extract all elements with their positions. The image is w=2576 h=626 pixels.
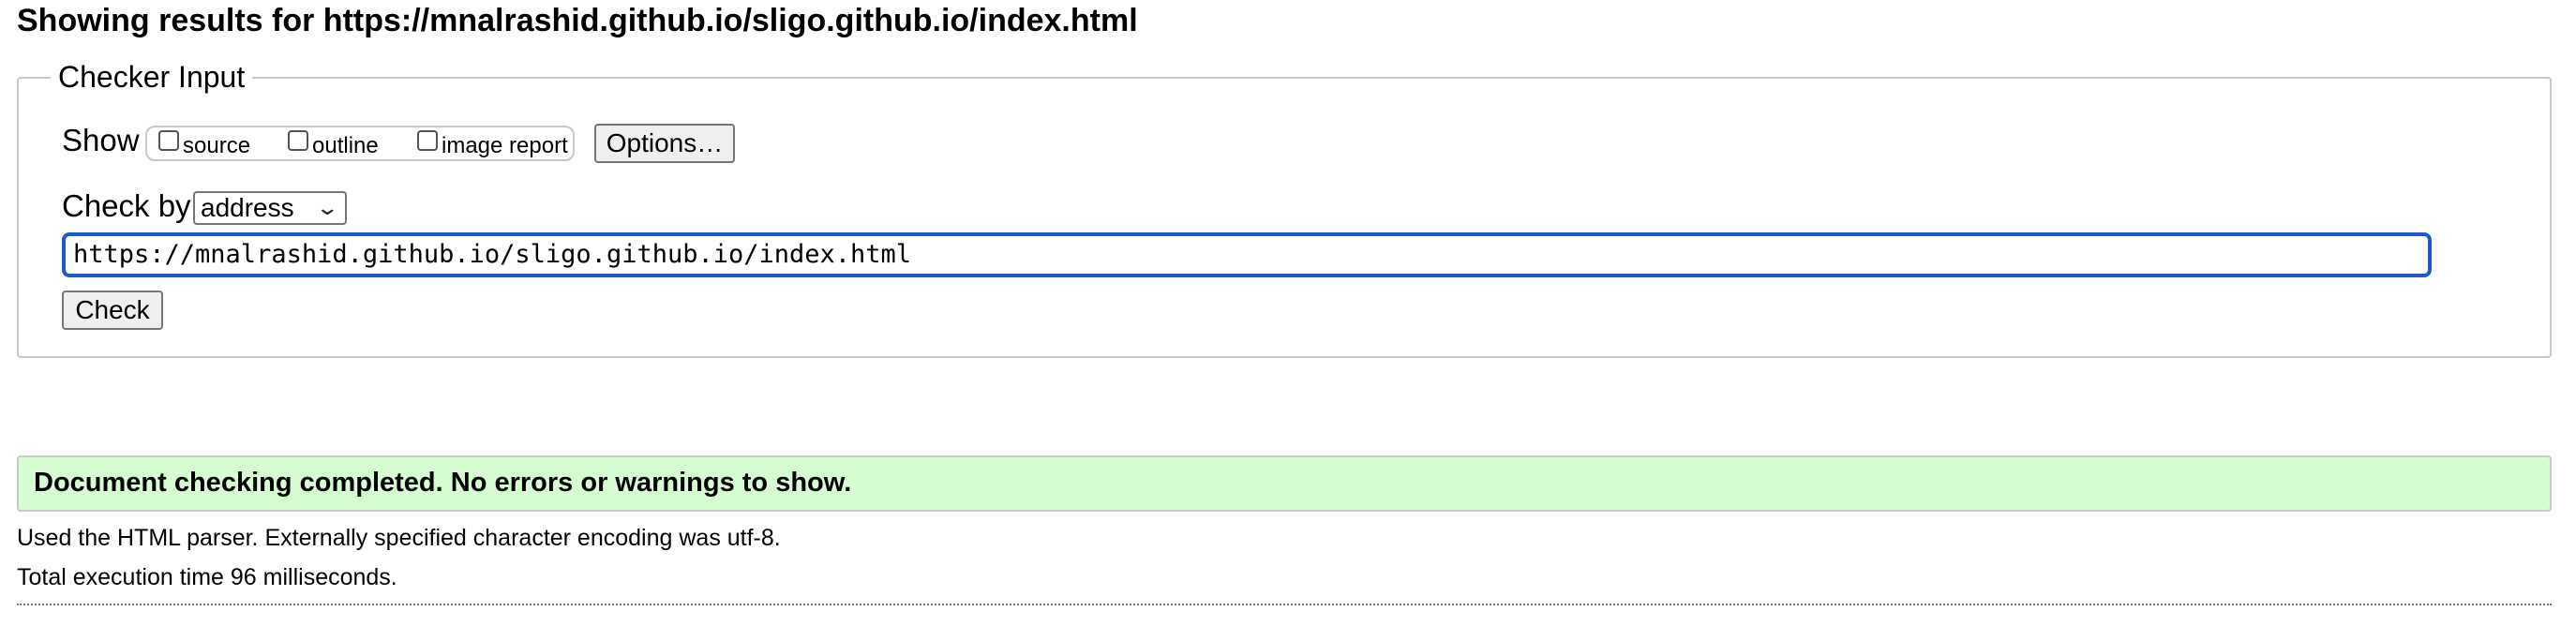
- source-option[interactable]: source: [158, 127, 250, 159]
- checker-input-fieldset: Checker Input Show source outline image …: [17, 58, 2552, 358]
- check-button[interactable]: Check: [62, 291, 163, 330]
- show-label: Show: [62, 123, 140, 157]
- options-button[interactable]: Options…: [594, 124, 735, 163]
- page-title: Showing results for https://mnalrashid.g…: [17, 3, 1138, 38]
- chevron-down-icon: ⌄: [314, 196, 339, 219]
- execution-time: Total execution time 96 milliseconds.: [17, 564, 397, 590]
- url-input[interactable]: https://mnalrashid.github.io/sligo.githu…: [62, 232, 2432, 277]
- dotted-divider: [17, 604, 2552, 605]
- parser-info: Used the HTML parser. Externally specifi…: [17, 525, 781, 551]
- image-report-label: image report: [442, 133, 568, 158]
- source-label: source: [183, 133, 251, 158]
- show-options-group: source outline image report: [145, 126, 575, 161]
- source-checkbox[interactable]: [158, 130, 179, 151]
- check-by-label: Check by: [62, 188, 191, 223]
- check-by-value: address: [201, 193, 294, 222]
- outline-checkbox[interactable]: [288, 130, 308, 151]
- check-by-select[interactable]: address ⌄: [193, 191, 347, 225]
- image-report-option[interactable]: image report: [417, 127, 568, 159]
- checker-input-legend: Checker Input: [51, 58, 253, 96]
- outline-option[interactable]: outline: [288, 127, 379, 159]
- image-report-checkbox[interactable]: [417, 130, 438, 151]
- success-message: Document checking completed. No errors o…: [17, 455, 2552, 512]
- outline-label: outline: [312, 133, 379, 158]
